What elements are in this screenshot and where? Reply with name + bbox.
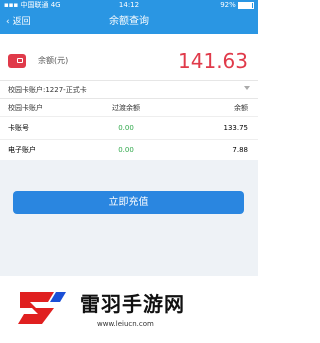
watermark-name: 雷羽手游网 [80, 292, 185, 316]
status-bar: ▪▪▪ 中国联通 4G 14:12 92% [0, 0, 258, 10]
row-account-name: 卡账号 [8, 124, 29, 132]
row-balance-value: 133.75 [223, 124, 249, 132]
wallet-icon [8, 54, 26, 68]
watermark: 雷羽手游网 www.leiucn.com [0, 276, 258, 343]
table-header: 校园卡账户 过渡余额 余额 [0, 100, 258, 116]
nav-bar: ‹ 返回 余额查询 [0, 10, 258, 34]
battery-icon [238, 1, 254, 9]
row-transition-value: 0.00 [118, 146, 134, 154]
balance-label: 余额(元) [38, 56, 69, 65]
recharge-button[interactable]: 立即充值 [13, 191, 244, 214]
column-header-balance: 余额 [234, 104, 248, 112]
divider [0, 80, 258, 81]
row-account-name: 电子账户 [8, 146, 36, 154]
row-transition-value: 0.00 [118, 124, 134, 132]
dropdown-caret-icon[interactable] [244, 86, 250, 90]
column-header-transition: 过渡余额 [112, 104, 140, 112]
divider [0, 98, 258, 99]
battery-percent: 92% [220, 1, 236, 9]
row-balance-value: 7.88 [232, 146, 248, 154]
balance-summary: 余额(元) 141.63 [0, 42, 258, 78]
table-row: 卡账号 0.00 133.75 [0, 117, 258, 139]
table-row: 电子账户 0.00 7.88 [0, 139, 258, 161]
content-background [0, 160, 258, 280]
column-header-account: 校园卡账户 [8, 104, 43, 112]
status-right: 92% [220, 0, 254, 10]
account-selector[interactable]: 校园卡账户:1227-正式卡 [8, 85, 87, 95]
watermark-url: www.leiucn.com [97, 320, 154, 328]
brand-logo-icon [18, 292, 66, 324]
balance-value: 141.63 [178, 49, 248, 73]
page-title: 余额查询 [109, 16, 149, 27]
